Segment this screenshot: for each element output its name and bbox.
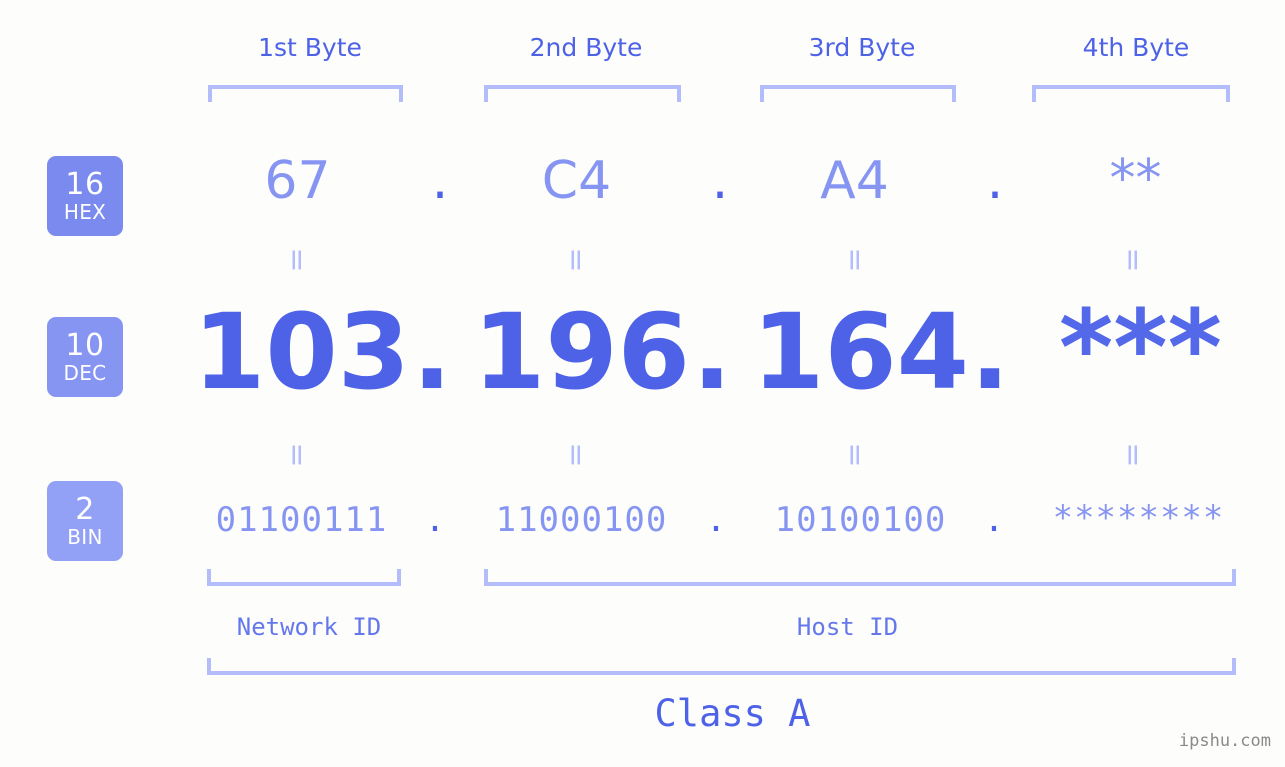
dec-octet-1: 103 — [192, 291, 411, 413]
hex-octet-2: C4 — [541, 151, 612, 211]
byte-header-4: 4th Byte — [1082, 33, 1190, 62]
site-watermark: ipshu.com — [1178, 731, 1271, 751]
base-badge-bin-name: BIN — [67, 525, 103, 549]
equals-connector-dec-bin-4: = — [1115, 442, 1151, 468]
equals-connector-dec-bin-3: = — [837, 442, 873, 468]
equals-connector-dec-bin-1: = — [279, 442, 315, 468]
bin-separator-3: . — [983, 500, 1005, 540]
bin-octet-1: 01100111 — [215, 500, 388, 540]
base-badge-bin-number: 2 — [75, 492, 95, 527]
host-id-label: Host ID — [796, 613, 899, 641]
ip-byte-breakdown-diagram: 1st Byte 2nd Byte 3rd Byte 4th Byte 16 H… — [0, 0, 1285, 767]
dec-separator-2: . — [692, 291, 732, 413]
equals-connector-hex-dec-2: = — [558, 247, 594, 273]
base-badge-dec-name: DEC — [63, 361, 107, 385]
bin-separator-1: . — [424, 500, 446, 540]
equals-connector-hex-dec-4: = — [1115, 247, 1151, 273]
byte-bracket-top-2 — [484, 85, 681, 102]
hex-separator-1: . — [431, 151, 449, 211]
byte-bracket-top-4 — [1032, 85, 1230, 102]
dec-octet-4: *** — [1058, 287, 1223, 409]
host-id-bracket — [484, 569, 1236, 586]
hex-octet-3: A4 — [820, 151, 889, 211]
hex-octet-1: 67 — [264, 151, 331, 211]
byte-bracket-top-3 — [760, 85, 956, 102]
dec-octet-3: 164 — [751, 291, 970, 413]
base-badge-hex-name: HEX — [63, 200, 107, 224]
equals-connector-hex-dec-1: = — [279, 247, 315, 273]
network-id-bracket — [207, 569, 401, 586]
base-badge-dec: 10 DEC — [47, 317, 123, 397]
hex-octet-4: ** — [1109, 149, 1162, 209]
class-bracket — [207, 658, 1236, 675]
equals-connector-dec-bin-2: = — [558, 442, 594, 468]
dec-separator-1: . — [412, 291, 452, 413]
base-badge-hex-number: 16 — [65, 167, 105, 202]
bin-octet-4: ******** — [1052, 498, 1225, 538]
network-id-label: Network ID — [236, 613, 382, 641]
dec-separator-3: . — [970, 291, 1010, 413]
bin-separator-2: . — [705, 500, 727, 540]
hex-separator-2: . — [711, 151, 729, 211]
byte-bracket-top-1 — [208, 85, 403, 102]
dec-octet-2: 196 — [472, 291, 691, 413]
base-badge-bin: 2 BIN — [47, 481, 123, 561]
equals-connector-hex-dec-3: = — [837, 247, 873, 273]
byte-header-1: 1st Byte — [258, 33, 362, 62]
base-badge-dec-number: 10 — [65, 328, 105, 363]
bin-octet-3: 10100100 — [774, 500, 947, 540]
byte-header-3: 3rd Byte — [808, 33, 916, 62]
hex-separator-3: . — [986, 151, 1004, 211]
class-label: Class A — [654, 692, 811, 735]
bin-octet-2: 11000100 — [495, 500, 668, 540]
base-badge-hex: 16 HEX — [47, 156, 123, 236]
byte-header-2: 2nd Byte — [529, 33, 643, 62]
